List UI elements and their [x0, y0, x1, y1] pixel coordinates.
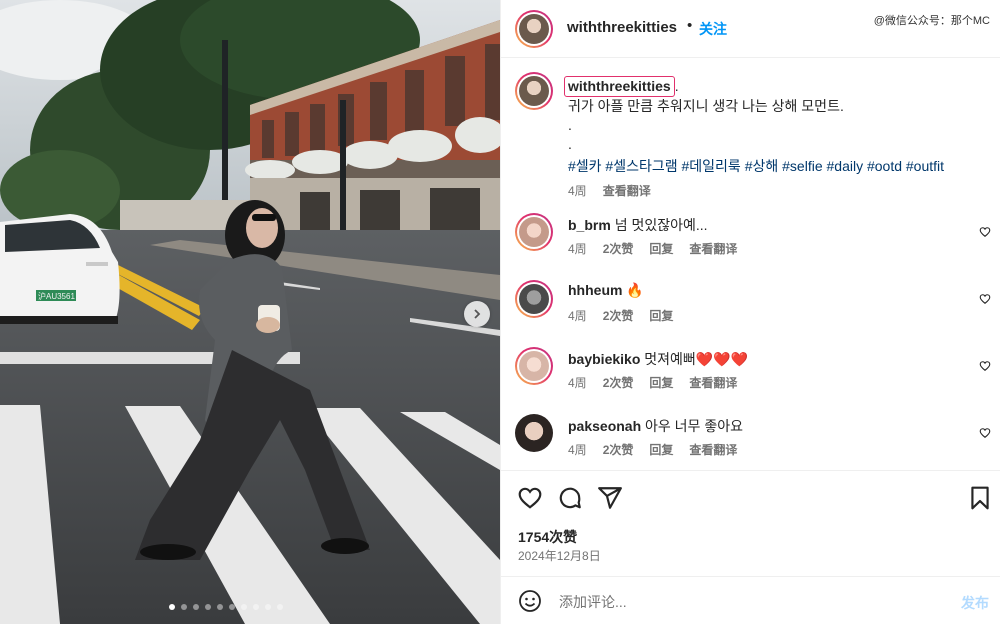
- comment-reply-button[interactable]: 回复: [649, 307, 673, 324]
- author-username[interactable]: withthreekitties: [567, 19, 677, 36]
- comment-avatar[interactable]: [515, 347, 553, 385]
- comment-meta: 4周 2次赞 回复 查看翻译: [568, 240, 737, 257]
- post-caption: withthreekitties. 귀가 아플 만큼 추워지니 생각 나는 상해…: [564, 76, 988, 201]
- comment-row: hhheum 🔥 4周 2次赞 回复: [501, 277, 1000, 337]
- comment-avatar[interactable]: [515, 414, 553, 452]
- caption-dot-2: .: [568, 136, 572, 152]
- comment-likes[interactable]: 2次赞: [603, 307, 634, 324]
- caption-hashtags[interactable]: #셀카 #셀스타그램 #데일리룩 #상해 #selfie #daily #oot…: [568, 157, 988, 176]
- photo-street-scene: 沪AU3561: [0, 0, 500, 624]
- slide-dot: [205, 604, 211, 610]
- header-separator: •: [687, 17, 693, 34]
- share-icon[interactable]: [597, 485, 623, 511]
- likes-count[interactable]: 1754次赞: [518, 527, 577, 547]
- post-side-panel: withthreekitties • 关注 withthreekitties. …: [500, 0, 1000, 624]
- post-actions-bar: 1754次赞 2024年12月8日: [501, 470, 1000, 575]
- follow-button[interactable]: 关注: [699, 19, 727, 39]
- comment-meta: 4周 2次赞 回复 查看翻译: [568, 441, 737, 458]
- comment-text: 넘 멋있잖아예...: [614, 217, 708, 233]
- slide-dot: [229, 604, 235, 610]
- comment-time: 4周: [568, 376, 587, 390]
- comment-text: 🔥: [626, 282, 644, 298]
- caption-time: 4周: [568, 184, 587, 198]
- author-avatar[interactable]: [515, 10, 553, 48]
- bookmark-icon[interactable]: [967, 485, 993, 511]
- comment-like-heart-icon[interactable]: [979, 360, 991, 372]
- comment-text: 아우 너무 좋아요: [645, 418, 743, 434]
- comment-likes[interactable]: 2次赞: [603, 240, 634, 257]
- comment-text: 멋져예뻐❤️❤️❤️: [644, 351, 749, 367]
- comment-meta: 4周 2次赞 回复: [568, 307, 673, 324]
- slide-dot: [277, 604, 283, 610]
- comment-translate-link[interactable]: 查看翻译: [689, 441, 737, 458]
- comment-reply-button[interactable]: 回复: [649, 441, 673, 458]
- chevron-right-icon: [474, 309, 481, 319]
- slide-dot: [241, 604, 247, 610]
- comment-username[interactable]: hhheum: [568, 282, 622, 298]
- emoji-icon[interactable]: [518, 589, 542, 613]
- caption-username[interactable]: withthreekitties: [564, 76, 675, 97]
- caption-period: .: [674, 78, 679, 94]
- slide-dot: [265, 604, 271, 610]
- add-comment-bar: 发布: [501, 576, 1000, 624]
- comment-row: b_brm 넘 멋있잖아예... 4周 2次赞 回复 查看翻译: [501, 210, 1000, 270]
- comment-icon[interactable]: [557, 485, 583, 511]
- slide-dot: [253, 604, 259, 610]
- comment-meta: 4周 2次赞 回复 查看翻译: [568, 374, 737, 391]
- comment-like-heart-icon[interactable]: [979, 427, 991, 439]
- comment-username[interactable]: pakseonah: [568, 418, 641, 434]
- comment-reply-button[interactable]: 回复: [649, 240, 673, 257]
- slide-indicator: [169, 604, 283, 610]
- slide-dot: [217, 604, 223, 610]
- comment-reply-button[interactable]: 回复: [649, 374, 673, 391]
- comment-like-heart-icon[interactable]: [979, 226, 991, 238]
- slide-dot: [181, 604, 187, 610]
- comment-username[interactable]: b_brm: [568, 217, 611, 233]
- post-date: 2024年12月8日: [518, 549, 601, 563]
- slide-dot: [193, 604, 199, 610]
- comment-avatar[interactable]: [515, 280, 553, 318]
- caption-translate-link[interactable]: 查看翻译: [603, 182, 651, 201]
- caption-text: 귀가 아플 만큼 추워지니 생각 나는 상해 모먼트.: [568, 98, 844, 114]
- heart-icon[interactable]: [517, 485, 543, 511]
- slide-dot: [169, 604, 175, 610]
- comment-time: 4周: [568, 443, 587, 457]
- post-comment-button[interactable]: 发布: [961, 593, 989, 613]
- comment-username[interactable]: baybiekiko: [568, 351, 640, 367]
- comment-likes[interactable]: 2次赞: [603, 374, 634, 391]
- caption-meta: 4周 查看翻译: [568, 182, 988, 201]
- comment-avatar[interactable]: [515, 213, 553, 251]
- post-header: withthreekitties • 关注: [501, 0, 1000, 58]
- comment-row: pakseonah 아우 너무 좋아요 4周 2次赞 回复 查看翻译: [501, 411, 1000, 471]
- caption-avatar[interactable]: [515, 72, 553, 110]
- comment-like-heart-icon[interactable]: [979, 293, 991, 305]
- comment-input[interactable]: [557, 589, 931, 615]
- comment-row: baybiekiko 멋져예뻐❤️❤️❤️ 4周 2次赞 回复 查看翻译: [501, 344, 1000, 404]
- comment-translate-link[interactable]: 查看翻译: [689, 240, 737, 257]
- comment-time: 4周: [568, 242, 587, 256]
- comment-time: 4周: [568, 309, 587, 323]
- comment-translate-link[interactable]: 查看翻译: [689, 374, 737, 391]
- svg-text:沪AU3561: 沪AU3561: [38, 291, 75, 301]
- post-media[interactable]: 沪AU3561: [0, 0, 500, 624]
- caption-dot-1: .: [568, 117, 572, 133]
- next-slide-button[interactable]: [464, 301, 490, 327]
- comment-likes[interactable]: 2次赞: [603, 441, 634, 458]
